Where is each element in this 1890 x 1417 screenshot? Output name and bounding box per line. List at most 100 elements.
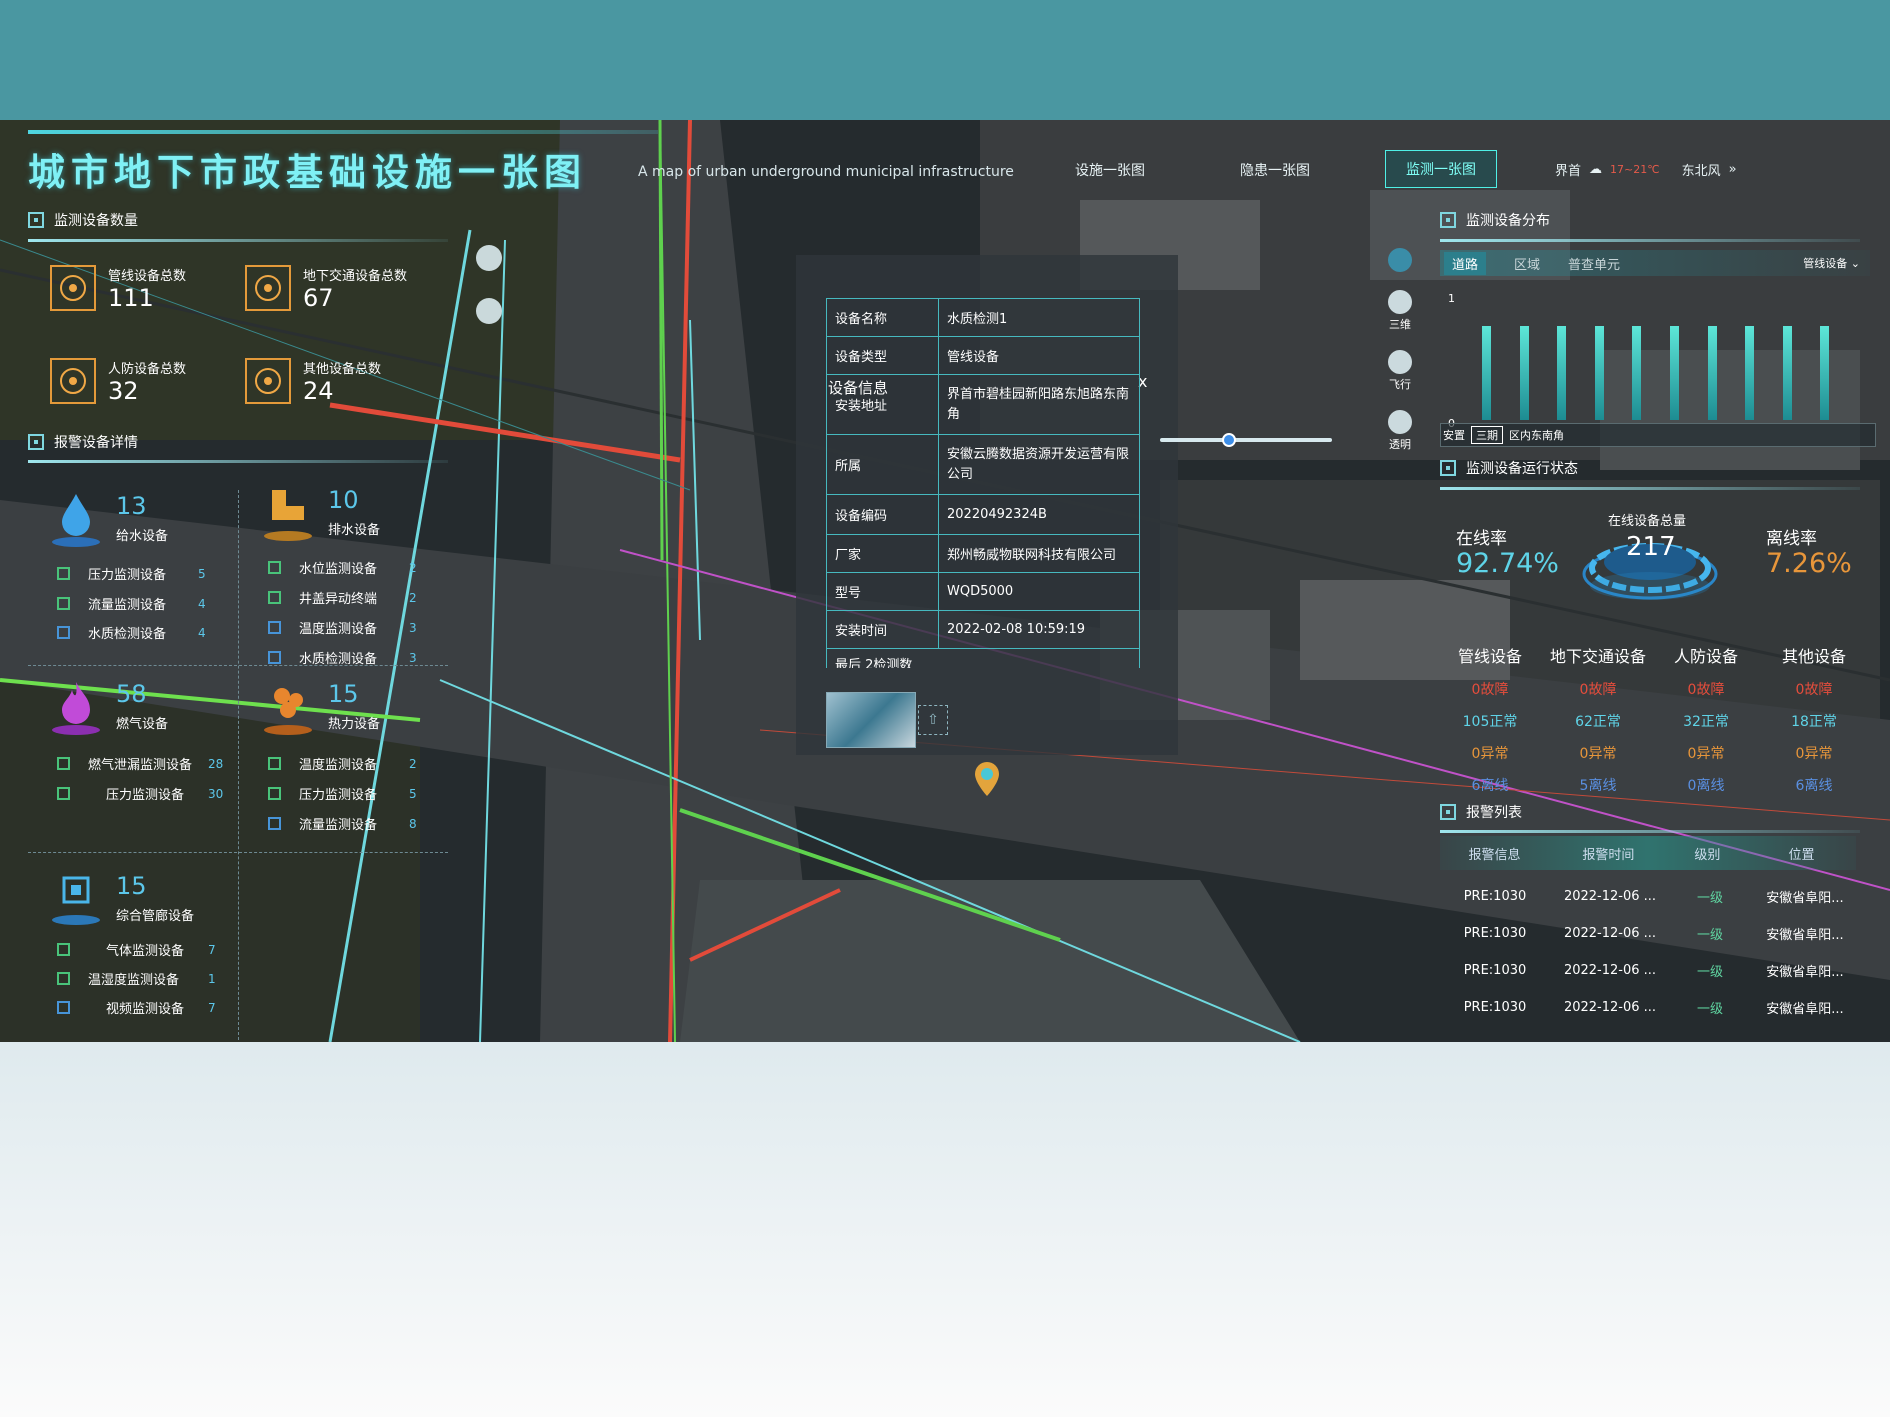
- distribution-bar[interactable]: [1820, 326, 1830, 420]
- col-header: 报警时间: [1582, 847, 1635, 863]
- subway-icon: [245, 265, 291, 311]
- list-item[interactable]: 视频监测设备 7: [57, 998, 216, 1017]
- list-item[interactable]: 压力监测设备 5: [268, 784, 417, 803]
- tab-census-unit[interactable]: 普查单元: [1568, 254, 1620, 273]
- locate-icon[interactable]: [1388, 248, 1412, 272]
- table-row: 安装时间 2022-02-08 10:59:19: [826, 610, 1140, 649]
- category-count: 15: [328, 680, 359, 708]
- section-title: 报警列表: [1466, 805, 1522, 821]
- alarm-row[interactable]: PRE:1030 2022-12-06 ... 一级 安徽省阜阳...: [1440, 915, 1860, 952]
- cube-icon[interactable]: [476, 298, 502, 324]
- distribution-bar[interactable]: [1782, 326, 1792, 420]
- side-toolbar: 三维 飞行 透明: [1384, 248, 1416, 452]
- info-key: 安装地址: [826, 374, 939, 435]
- item-label: 水质检测设备: [88, 627, 167, 642]
- status-column: 人防设备 0故障 32正常 0异常 0离线: [1656, 640, 1756, 802]
- list-marker: [268, 817, 281, 830]
- table-row: 所属 安徽云腾数据资源开发运营有限公司: [826, 434, 1140, 495]
- info-key: 所属: [826, 434, 939, 495]
- item-count: 7: [208, 1000, 216, 1015]
- list-item[interactable]: 燃气泄漏监测设备 28: [57, 754, 223, 773]
- tool-label: 透明: [1389, 438, 1411, 451]
- list-marker: [57, 1001, 70, 1014]
- distribution-bar[interactable]: [1557, 326, 1567, 420]
- table-row: 厂家 郑州畅威物联网科技有限公司: [826, 534, 1140, 573]
- list-item[interactable]: 温度监测设备 2: [268, 754, 417, 773]
- section-icon: [1440, 460, 1456, 476]
- category-drainage: 10 排水设备: [262, 484, 380, 546]
- list-marker: [57, 597, 70, 610]
- normal-count: 32正常: [1683, 714, 1729, 730]
- offline-count: 0离线: [1687, 778, 1725, 794]
- weather-temp: 17~21℃: [1610, 163, 1660, 176]
- distribution-bar[interactable]: [1745, 326, 1755, 420]
- list-item[interactable]: 温湿度监测设备 1: [57, 969, 216, 988]
- list-item[interactable]: 水位监测设备 2: [268, 558, 417, 577]
- item-count: 7: [208, 942, 216, 957]
- section-divider: [28, 239, 448, 242]
- offline-rate-label: 离线率: [1766, 529, 1817, 549]
- map-marker-icon[interactable]: [972, 760, 1002, 798]
- tab-hazards[interactable]: 隐患一张图: [1240, 160, 1310, 180]
- list-item[interactable]: 压力监测设备 30: [57, 784, 223, 803]
- stat-label: 人防设备总数: [108, 362, 187, 377]
- transparency-icon[interactable]: [1388, 410, 1412, 434]
- info-value: 安徽云腾数据资源开发运营有限公司: [938, 434, 1140, 495]
- tab-facilities[interactable]: 设施一张图: [1075, 160, 1145, 180]
- stat-value: 24: [303, 377, 334, 405]
- stat-underground-traffic: 地下交通设备总数 67: [245, 265, 407, 312]
- scroll-handle[interactable]: 三期: [1471, 426, 1503, 444]
- info-key: 安装时间: [826, 610, 939, 649]
- device-photo[interactable]: [826, 692, 916, 748]
- device-type-dropdown[interactable]: 管线设备 ⌄: [1803, 255, 1860, 271]
- list-item[interactable]: 温度监测设备 3: [268, 618, 417, 637]
- chevron-right-icon[interactable]: »: [1729, 162, 1737, 177]
- distribution-bar[interactable]: [1594, 326, 1604, 420]
- list-item[interactable]: 流量监测设备 8: [268, 814, 417, 833]
- device-icon: [245, 358, 291, 404]
- tab-area[interactable]: 区域: [1514, 254, 1540, 273]
- normal-count: 62正常: [1575, 714, 1621, 730]
- list-item[interactable]: 水质检测设备 4: [57, 623, 206, 642]
- alarm-cell: 一级: [1696, 928, 1723, 943]
- list-item[interactable]: 气体监测设备 7: [57, 940, 216, 959]
- shield-icon: [50, 358, 96, 404]
- opacity-slider[interactable]: [1160, 433, 1332, 447]
- airplane-icon[interactable]: [1388, 350, 1412, 374]
- item-count: 2: [409, 756, 417, 771]
- list-item[interactable]: 井盖异动终端 2: [268, 588, 417, 607]
- status-col-title: 人防设备: [1673, 647, 1738, 666]
- category-count: 13: [116, 492, 147, 520]
- tab-monitoring[interactable]: 监测一张图: [1385, 150, 1497, 188]
- list-item[interactable]: 压力监测设备 5: [57, 564, 206, 583]
- chart-scrollbar[interactable]: 安置 三期 区内东南角: [1440, 423, 1876, 447]
- item-count: 1: [208, 971, 216, 986]
- section-status: 监测设备运行状态: [1440, 458, 1578, 478]
- normal-count: 18正常: [1791, 714, 1837, 730]
- stat-pipeline: 管线设备总数 111: [50, 265, 186, 312]
- offline-count: 5离线: [1579, 778, 1617, 794]
- layers-icon[interactable]: [476, 245, 502, 271]
- list-item[interactable]: 流量监测设备 4: [57, 594, 206, 613]
- slider-handle[interactable]: [1222, 433, 1236, 447]
- tool-label: 三维: [1389, 318, 1411, 331]
- stat-other: 其他设备总数 24: [245, 358, 381, 405]
- alarm-row[interactable]: PRE:1030 2022-12-06 ... 一级 安徽省阜阳...: [1440, 878, 1860, 915]
- alarm-row[interactable]: PRE:1030 2022-12-06 ... 一级 安徽省阜阳...: [1440, 989, 1860, 1026]
- tab-road[interactable]: 道路: [1444, 251, 1487, 275]
- distribution-bar[interactable]: [1482, 326, 1491, 420]
- distribution-bar[interactable]: [1632, 326, 1642, 420]
- section-alarm-list: 报警列表: [1440, 802, 1522, 822]
- alarm-row[interactable]: PRE:1030 2022-12-06 ... 一级 安徽省阜阳...: [1440, 952, 1860, 989]
- list-marker: [268, 621, 281, 634]
- upload-icon[interactable]: ⇧: [918, 705, 948, 735]
- distribution-bar[interactable]: [1707, 326, 1717, 420]
- distribution-bar[interactable]: [1670, 326, 1679, 420]
- abnormal-count: 0异常: [1579, 746, 1617, 762]
- item-label: 流量监测设备: [299, 818, 378, 833]
- info-key: 厂家: [826, 534, 939, 573]
- distribution-bar[interactable]: [1519, 326, 1529, 420]
- alarm-cell: 安徽省阜阳...: [1766, 891, 1844, 906]
- item-label: 气体监测设备: [106, 944, 185, 959]
- 3d-icon[interactable]: [1388, 290, 1412, 314]
